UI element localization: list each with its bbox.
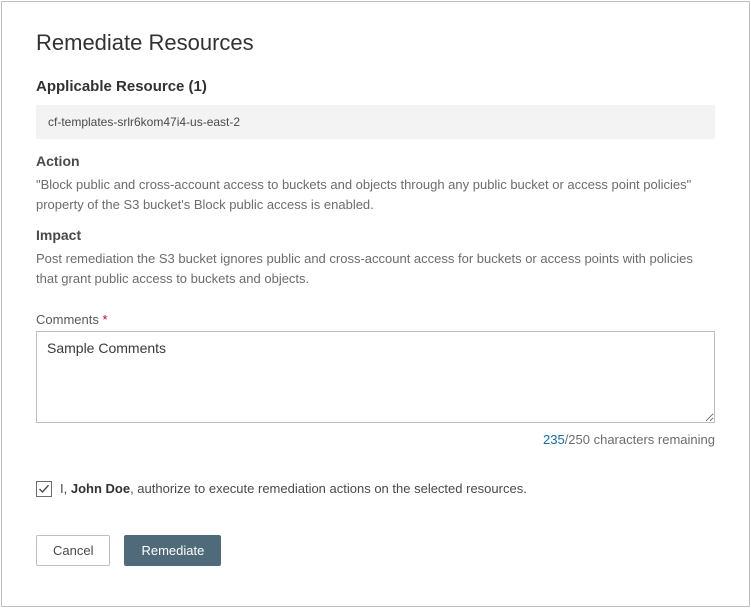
authorize-row: I, John Doe, authorize to execute remedi… [36,481,715,497]
impact-text: Post remediation the S3 bucket ignores p… [36,249,715,289]
comments-input[interactable] [36,331,715,423]
button-row: Cancel Remediate [36,535,715,566]
authorize-suffix: , authorize to execute remediation actio… [130,481,527,496]
impact-heading: Impact [36,227,715,243]
resource-name: cf-templates-srlr6kom47i4-us-east-2 [48,115,240,129]
page-title: Remediate Resources [36,30,715,56]
required-marker: * [102,312,107,327]
action-text: "Block public and cross-account access t… [36,175,715,215]
comments-label-text: Comments [36,312,99,327]
check-icon [38,483,50,495]
authorize-prefix: I, [60,481,71,496]
comments-label: Comments * [36,312,715,327]
authorize-checkbox[interactable] [36,481,52,497]
resource-row: cf-templates-srlr6kom47i4-us-east-2 [36,105,715,139]
action-heading: Action [36,153,715,169]
character-counter: 235/250 characters remaining [36,432,715,447]
authorize-text: I, John Doe, authorize to execute remedi… [60,481,527,496]
remediate-panel: Remediate Resources Applicable Resource … [1,1,750,607]
cancel-button[interactable]: Cancel [36,535,110,566]
applicable-resource-heading: Applicable Resource (1) [36,78,715,95]
authorize-name: John Doe [71,481,130,496]
remaining-suffix: /250 characters remaining [565,432,715,447]
remaining-count: 235 [543,432,565,447]
remediate-button[interactable]: Remediate [124,535,221,566]
